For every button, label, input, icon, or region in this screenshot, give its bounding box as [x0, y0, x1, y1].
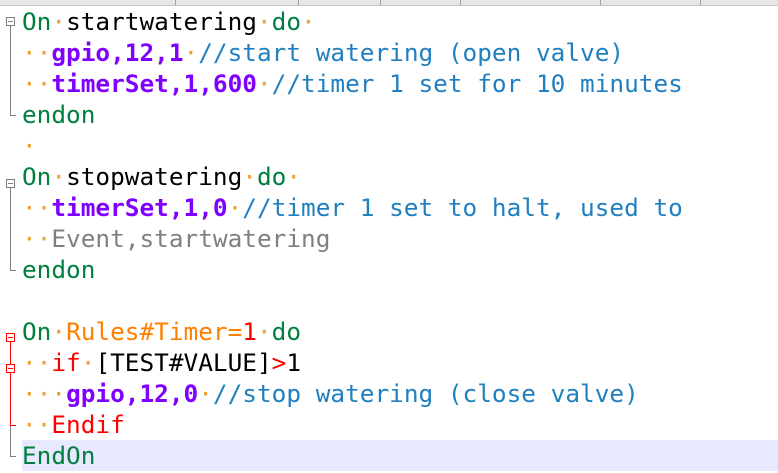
space-marker: ·: [22, 224, 37, 253]
space-marker: ·: [198, 379, 213, 408]
endon-keyword: endon: [22, 100, 96, 129]
do-keyword: do: [256, 162, 287, 191]
space-marker: ·: [286, 162, 302, 191]
code-line: ··if·[TEST#VALUE]>1: [22, 347, 778, 378]
code-line: ··Endif: [22, 409, 778, 440]
space-marker: ·: [22, 69, 37, 98]
condition: [TEST#VALUE]: [95, 348, 272, 377]
space-marker: ·: [22, 193, 37, 222]
code-line: endon: [22, 254, 778, 285]
on-keyword: On: [22, 317, 52, 346]
event-call: Event,startwatering: [51, 224, 331, 253]
space-marker: ·: [256, 7, 272, 36]
tab-separator: [298, 0, 299, 5]
space-marker: ·: [22, 38, 37, 67]
space-marker: ·: [22, 410, 37, 439]
event-name: Rules#Timer=: [66, 317, 243, 346]
on-keyword: On: [22, 7, 52, 36]
space-marker: ·: [36, 69, 52, 98]
code-line: ··timerSet,1,0·//timer 1 set to halt, us…: [22, 192, 778, 223]
fold-line: [10, 188, 11, 270]
do-keyword: do: [271, 7, 302, 36]
code-line: ···gpio,12,0·//stop watering (close valv…: [22, 378, 778, 409]
space-marker: ·: [36, 348, 52, 377]
space-marker: ·: [80, 348, 96, 377]
space-marker: ·: [256, 69, 272, 98]
do-keyword: do: [271, 317, 302, 346]
fold-collapse-icon[interactable]: [6, 364, 15, 373]
code-line: On·Rules#Timer=1·do: [22, 316, 778, 347]
on-keyword: On: [22, 162, 52, 191]
space-marker: ·: [301, 7, 316, 36]
tab-separator: [460, 0, 461, 5]
code-line: ··Event,startwatering: [22, 223, 778, 254]
space-marker: ·: [36, 193, 52, 222]
fold-collapse-icon[interactable]: [6, 333, 15, 342]
fold-end-mark: [10, 456, 16, 457]
space-marker: ·: [22, 379, 37, 408]
event-number: 1: [242, 317, 257, 346]
fold-line: [10, 373, 11, 425]
code-line: ·: [22, 130, 778, 161]
fold-line: [10, 426, 11, 456]
space-marker: ·: [36, 38, 52, 67]
event-name: startwatering: [66, 7, 257, 36]
fold-collapse-icon[interactable]: [6, 17, 15, 26]
comment: //timer 1 set for 10 minutes: [271, 69, 683, 98]
space-marker: ·: [22, 131, 37, 160]
tab-separator: [600, 0, 601, 5]
fold-collapse-icon[interactable]: [6, 179, 15, 188]
operator: >: [271, 348, 287, 377]
space-marker: ·: [242, 162, 257, 191]
space-marker: ·: [183, 38, 199, 67]
tab-separator: [380, 0, 381, 5]
space-marker: ·: [51, 317, 67, 346]
command: gpio,12,0: [66, 379, 199, 408]
code-line: ··gpio,12,1·//start watering (open valve…: [22, 37, 778, 68]
code-editor[interactable]: On·startwatering·do· ··gpio,12,1·//start…: [22, 6, 778, 473]
tab-separator: [700, 0, 701, 5]
event-name: stopwatering: [66, 162, 243, 191]
tab-separator: [175, 0, 176, 5]
space-marker: ·: [256, 317, 272, 346]
endon-keyword: endon: [22, 255, 96, 284]
comment: //stop watering (close valve): [212, 379, 639, 408]
space-marker: ·: [51, 162, 67, 191]
current-line: EndOn: [22, 440, 778, 471]
command: gpio,12,1: [51, 38, 184, 67]
code-line: On·startwatering·do·: [22, 6, 778, 37]
comment: //start watering (open valve): [198, 38, 625, 67]
space-marker: ·: [36, 410, 52, 439]
condition-value: 1: [286, 348, 302, 377]
space-marker: ·: [51, 379, 67, 408]
fold-end-mark: [10, 270, 16, 271]
space-marker: ·: [51, 7, 67, 36]
space-marker: ·: [227, 193, 243, 222]
code-line: On·stopwatering·do·: [22, 161, 778, 192]
fold-margin: [0, 6, 22, 473]
fold-line: [10, 342, 11, 364]
endif-keyword: Endif: [51, 410, 125, 439]
command: timerSet,1,600: [51, 69, 257, 98]
fold-end-mark: [10, 115, 16, 116]
space-marker: ·: [22, 348, 37, 377]
code-line: endon: [22, 99, 778, 130]
command: timerSet,1,0: [51, 193, 228, 222]
if-keyword: if: [51, 348, 81, 377]
comment: //timer 1 set to halt, used to: [242, 193, 683, 222]
space-marker: ·: [36, 224, 52, 253]
space-marker: ·: [36, 379, 52, 408]
code-line: ··timerSet,1,600·//timer 1 set for 10 mi…: [22, 68, 778, 99]
endon-keyword: EndOn: [22, 441, 96, 470]
fold-line: [10, 26, 11, 115]
